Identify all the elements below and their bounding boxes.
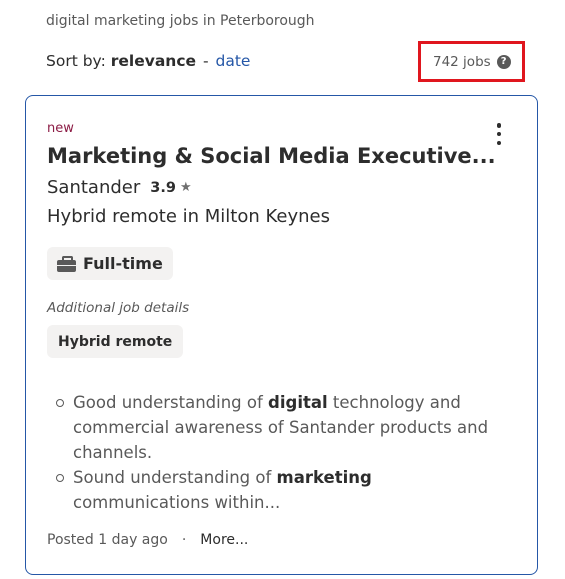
snippet-item: Good understanding of digital technology… [56, 390, 493, 465]
sort-bar: Sort by: relevance - date [46, 52, 250, 70]
sort-date-link[interactable]: date [216, 52, 251, 70]
kebab-dot [496, 123, 502, 128]
job-count: 742 jobs ? [433, 54, 511, 70]
posted-date: Posted 1 day ago [47, 532, 168, 548]
search-caption: digital marketing jobs in Peterborough [46, 13, 315, 29]
help-icon[interactable]: ? [496, 55, 511, 69]
company-rating: 3.9 [150, 179, 176, 196]
job-count-text: 742 jobs [433, 54, 491, 70]
sort-separator: - [202, 52, 209, 70]
hybrid-remote-tag: Hybrid remote [47, 325, 184, 358]
additional-details-label: Additional job details [47, 300, 190, 316]
sort-label: Sort by: [46, 52, 106, 70]
sort-relevance[interactable]: relevance [111, 52, 196, 70]
job-type-label: Full-time [83, 254, 163, 273]
new-badge: new [47, 121, 74, 136]
briefcase-icon [57, 255, 76, 272]
company-name[interactable]: Santander [47, 177, 140, 198]
kebab-dot [496, 131, 502, 137]
snippet-item: Sound understanding of marketing communi… [56, 465, 493, 515]
job-location: Hybrid remote in Milton Keynes [47, 206, 330, 227]
job-card[interactable]: new Marketing & Social Media Executive..… [25, 95, 538, 575]
job-footer: Posted 1 day ago · More... [47, 532, 248, 548]
job-title[interactable]: Marketing & Social Media Executive... [47, 144, 496, 168]
company-row: Santander 3.9 ★ [47, 177, 192, 198]
footer-separator: · [181, 532, 187, 548]
star-icon: ★ [179, 180, 192, 195]
kebab-dot [496, 140, 502, 145]
job-type-chip: Full-time [47, 247, 173, 280]
job-snippet: Good understanding of digital technology… [56, 390, 493, 515]
more-link[interactable]: More... [200, 532, 248, 548]
